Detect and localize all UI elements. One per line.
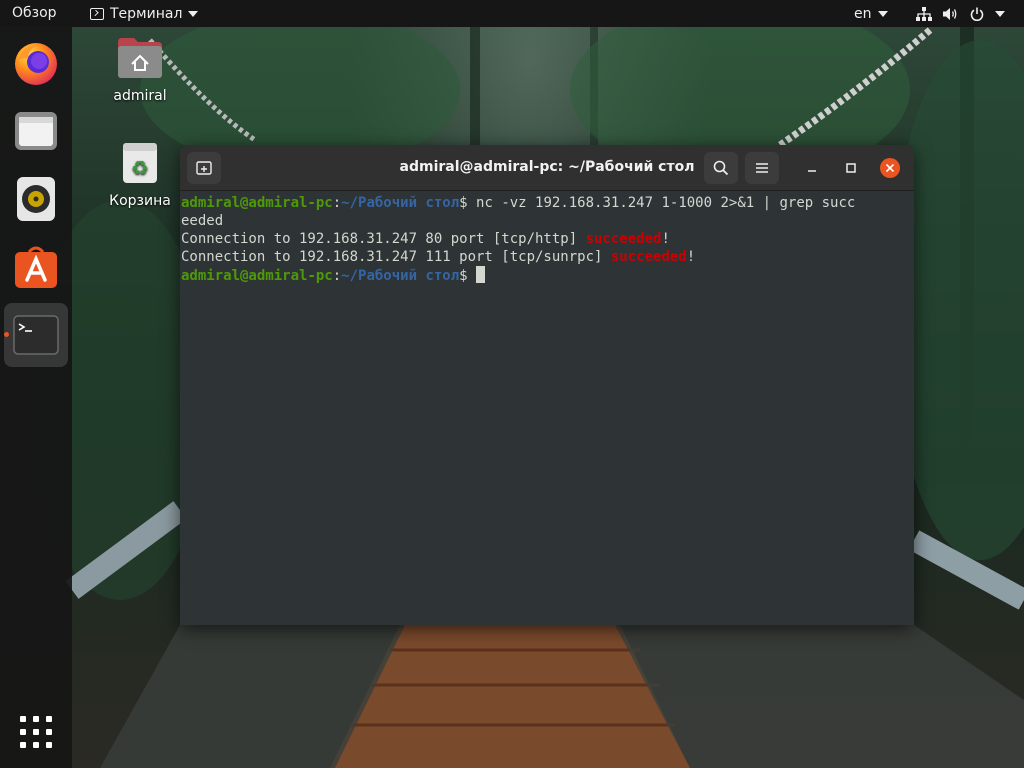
keyboard-layout-label: en — [854, 5, 872, 22]
rhythmbox-icon — [17, 177, 55, 221]
terminal-icon — [13, 315, 59, 355]
terminal-output-area[interactable]: admiral@admiral-pc:~/Рабочий стол$ nc -v… — [180, 191, 914, 625]
terminal-line: eeded — [181, 213, 224, 229]
prompt-path: ~/Рабочий стол — [341, 268, 460, 284]
terminal-line: admiral@admiral-pc:~/Рабочий стол$ — [181, 266, 486, 284]
output-text: ! — [661, 231, 670, 247]
new-tab-icon — [196, 161, 212, 175]
terminal-line: Connection to 192.168.31.247 111 port [t… — [181, 249, 695, 265]
text-cursor — [476, 266, 486, 283]
svg-text:♻: ♻ — [131, 156, 149, 180]
software-store-icon — [15, 246, 57, 288]
prompt-dollar: $ — [459, 268, 468, 284]
prompt-user-host: admiral@admiral-pc — [181, 195, 333, 211]
desktop-icon-label: admiral — [113, 88, 167, 104]
chevron-down-icon — [188, 10, 199, 17]
hamburger-menu-button[interactable] — [745, 152, 779, 184]
output-text: Connection to 192.168.31.247 80 port [tc… — [181, 231, 586, 247]
minimize-icon — [808, 170, 816, 172]
home-folder-icon — [118, 38, 162, 78]
window-header-bar[interactable]: admiral@admiral-pc: ~/Рабочий стол — [180, 145, 914, 191]
terminal-line: Connection to 192.168.31.247 80 port [tc… — [181, 231, 670, 247]
output-text: Connection to 192.168.31.247 111 port [t… — [181, 249, 611, 265]
prompt-dollar: $ — [459, 195, 468, 211]
output-text: ! — [686, 249, 696, 265]
dock — [0, 27, 72, 768]
output-highlight: succeeded — [585, 231, 662, 247]
dock-item-rhythmbox[interactable] — [4, 167, 68, 231]
terminal-app-icon — [90, 7, 104, 20]
close-icon — [885, 163, 895, 173]
desktop-icon-home[interactable]: admiral — [100, 36, 180, 104]
menu-icon — [756, 163, 768, 173]
files-icon — [15, 112, 57, 150]
system-menu[interactable] — [916, 0, 1005, 27]
chevron-down-icon — [995, 10, 1005, 17]
show-applications-icon — [20, 716, 52, 748]
command-text — [468, 268, 476, 284]
dock-item-files[interactable] — [4, 99, 68, 163]
command-text: nc -vz 192.168.31.247 1-1000 2>&1 | grep… — [467, 195, 856, 211]
new-tab-button[interactable] — [187, 152, 221, 184]
app-menu-button[interactable]: Терминал — [90, 0, 199, 27]
app-menu-label: Терминал — [110, 5, 183, 22]
maximize-icon — [846, 163, 856, 173]
dock-item-firefox[interactable] — [4, 31, 68, 95]
terminal-window[interactable]: admiral@admiral-pc: ~/Рабочий стол admir… — [180, 145, 914, 625]
chevron-down-icon — [877, 10, 888, 17]
prompt-path: ~/Рабочий стол — [341, 195, 460, 211]
keyboard-layout-indicator[interactable]: en — [854, 0, 888, 27]
terminal-text: admiral@admiral-pc:~/Рабочий стол$ nc -v… — [180, 191, 914, 285]
desktop-icon-trash[interactable]: ♻ Корзина — [100, 141, 180, 209]
top-bar: Обзор Терминал en — [0, 0, 1024, 27]
network-wired-icon — [916, 6, 932, 21]
show-applications-button[interactable] — [4, 700, 68, 764]
search-icon — [713, 160, 729, 176]
search-button[interactable] — [704, 152, 738, 184]
desktop-icon-label: Корзина — [109, 193, 171, 209]
volume-icon — [943, 7, 957, 20]
firefox-icon — [15, 43, 57, 85]
output-highlight: succeeded — [610, 249, 687, 265]
running-indicator — [4, 332, 9, 337]
dock-item-terminal[interactable] — [4, 303, 68, 367]
prompt-colon: : — [332, 268, 342, 284]
close-button[interactable] — [880, 158, 900, 178]
dock-item-software[interactable] — [4, 235, 68, 299]
prompt-user-host: admiral@admiral-pc — [181, 268, 333, 284]
prompt-colon: : — [332, 195, 342, 211]
terminal-line: admiral@admiral-pc:~/Рабочий стол$ nc -v… — [181, 195, 855, 211]
power-icon — [970, 7, 984, 21]
minimize-button[interactable] — [802, 158, 822, 178]
activities-button[interactable]: Обзор — [12, 0, 57, 27]
maximize-button[interactable] — [841, 158, 861, 178]
trash-icon: ♻ — [123, 143, 157, 183]
